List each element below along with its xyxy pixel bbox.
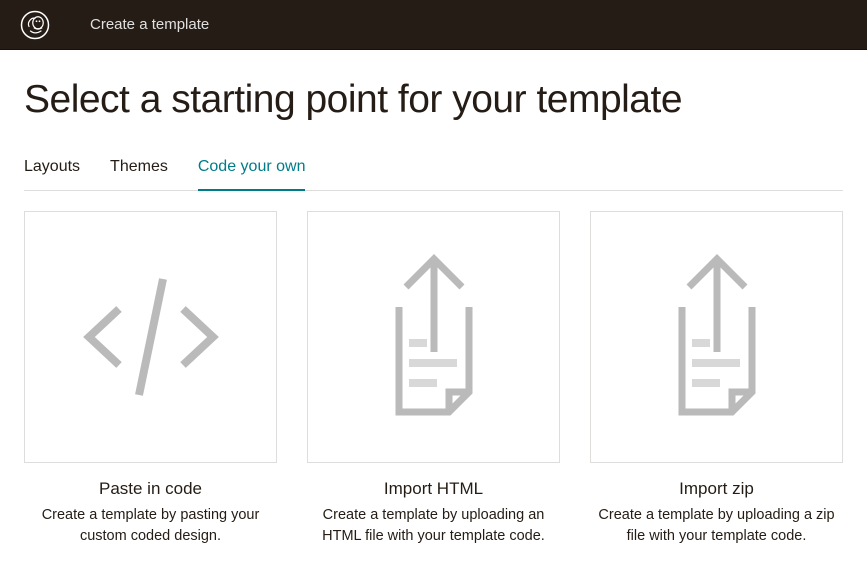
upload-file-icon xyxy=(627,237,807,437)
card-description: Create a template by uploading an HTML f… xyxy=(307,505,560,547)
tab-code-your-own[interactable]: Code your own xyxy=(198,158,306,190)
card-list: Paste in code Create a template by pasti… xyxy=(24,211,843,547)
tabs: Layouts Themes Code your own xyxy=(24,158,843,191)
page-title: Select a starting point for your templat… xyxy=(24,78,843,122)
upload-file-icon xyxy=(344,237,524,437)
main-content: Select a starting point for your templat… xyxy=(0,50,867,587)
card-title: Import HTML xyxy=(307,479,560,499)
card-thumbnail xyxy=(307,211,560,463)
tab-themes[interactable]: Themes xyxy=(110,158,168,190)
card-thumbnail xyxy=(590,211,843,463)
card-description: Create a template by pasting your custom… xyxy=(24,505,277,547)
card-import-html[interactable]: Import HTML Create a template by uploadi… xyxy=(307,211,560,547)
card-import-zip[interactable]: Import zip Create a template by uploadin… xyxy=(590,211,843,547)
topbar: Create a template xyxy=(0,0,867,50)
code-icon xyxy=(61,237,241,437)
card-title: Paste in code xyxy=(24,479,277,499)
card-title: Import zip xyxy=(590,479,843,499)
card-description: Create a template by uploading a zip fil… xyxy=(590,505,843,547)
card-thumbnail xyxy=(24,211,277,463)
mailchimp-logo-icon[interactable] xyxy=(20,10,50,40)
card-paste-in-code[interactable]: Paste in code Create a template by pasti… xyxy=(24,211,277,547)
tab-layouts[interactable]: Layouts xyxy=(24,158,80,190)
topbar-title: Create a template xyxy=(90,16,209,33)
